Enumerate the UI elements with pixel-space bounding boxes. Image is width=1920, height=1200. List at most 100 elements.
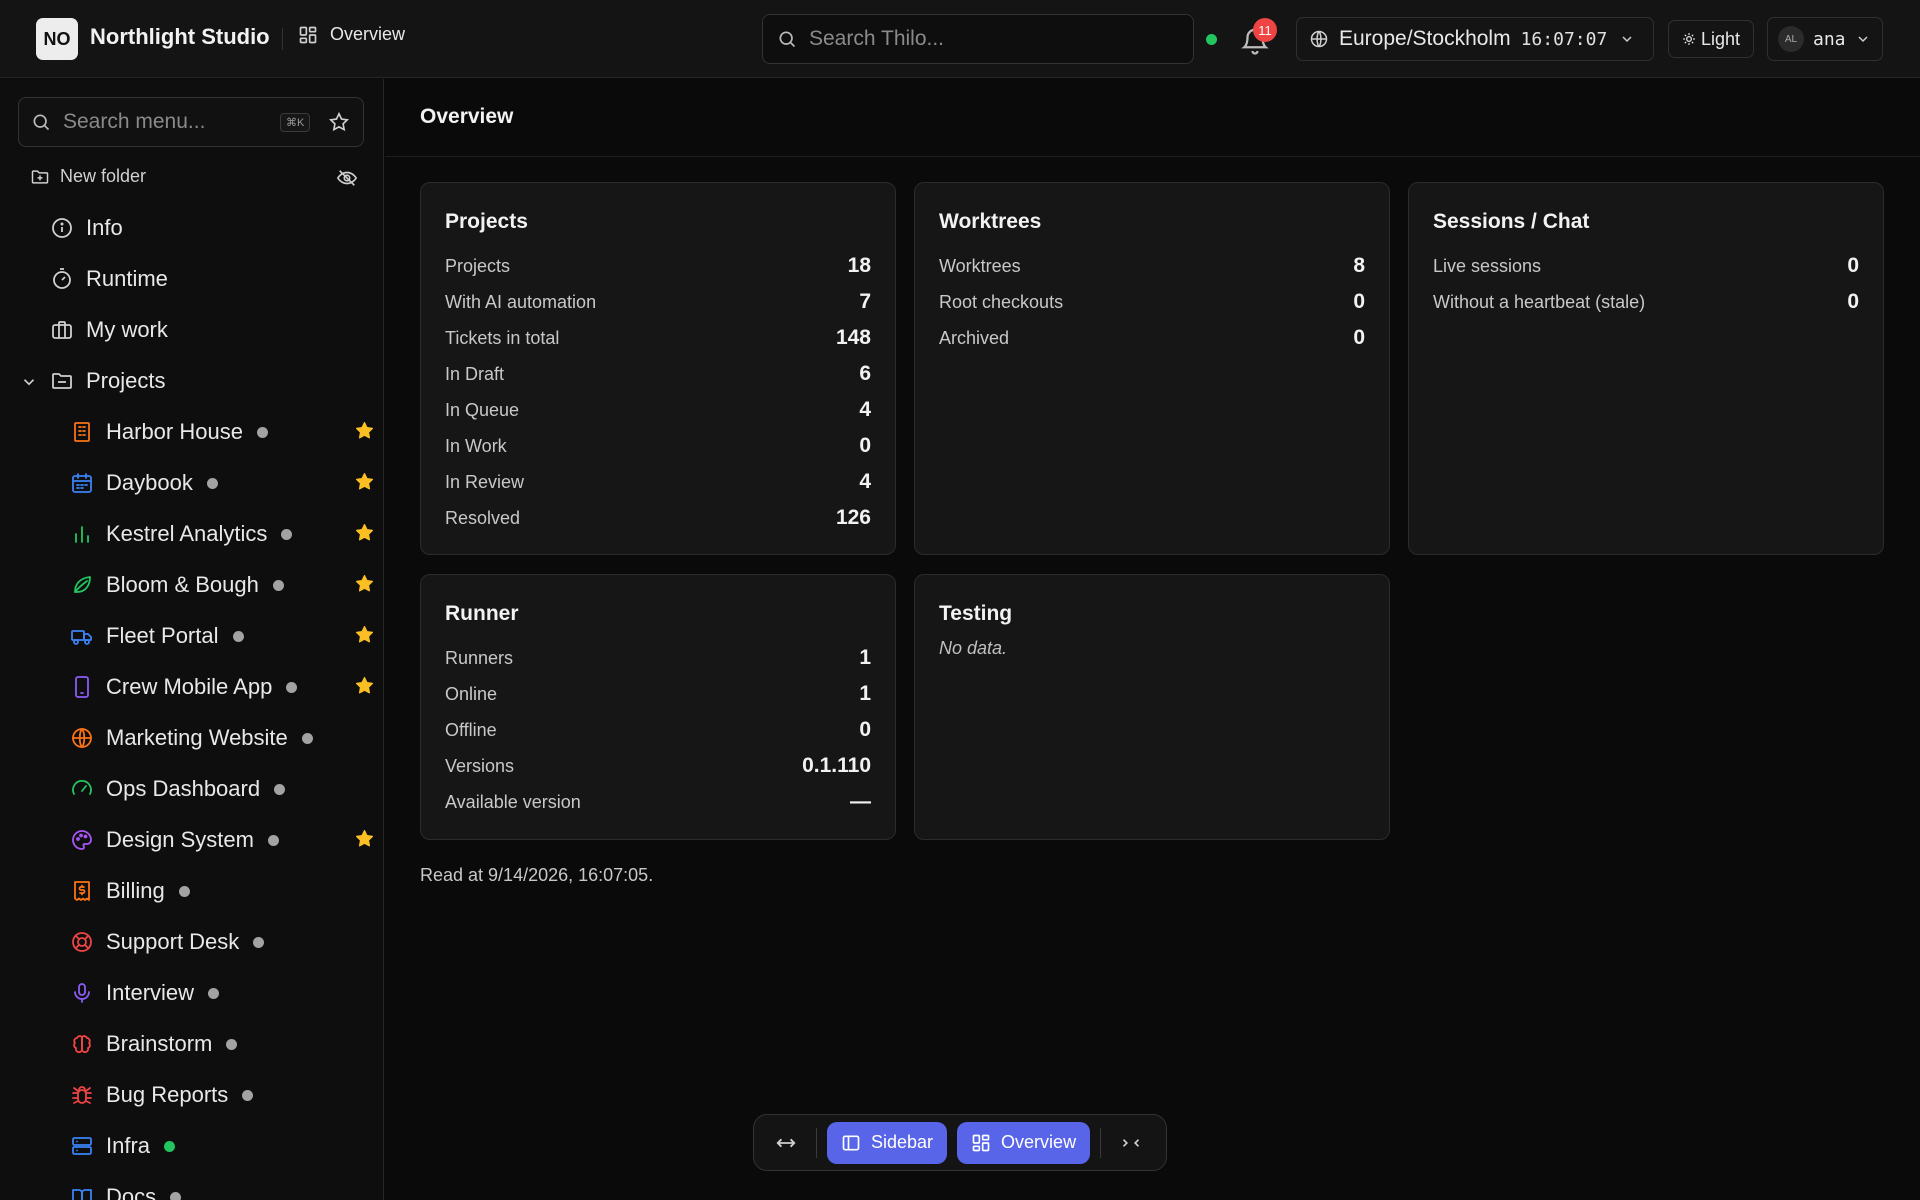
menu-search-input[interactable] — [63, 110, 268, 134]
global-search-input[interactable] — [809, 27, 1169, 51]
sidebar-project-crew-mobile-app[interactable]: Crew Mobile App — [70, 674, 298, 700]
stat-row: Runners 1 — [445, 640, 871, 676]
project-label: Kestrel Analytics — [106, 521, 268, 546]
truck-icon — [70, 624, 94, 648]
divider — [816, 1127, 817, 1158]
global-search[interactable] — [762, 14, 1194, 64]
project-status-dot — [208, 987, 220, 999]
card-title: Projects — [445, 210, 528, 233]
stat-label: In Queue — [445, 399, 520, 420]
star-icon[interactable] — [354, 828, 375, 849]
sidebar-item-info[interactable]: Info — [50, 215, 123, 241]
dock-overview-button[interactable]: Overview — [957, 1121, 1091, 1164]
sidebar-project-fleet-portal[interactable]: Fleet Portal — [70, 623, 244, 649]
page-title: Overview — [420, 105, 514, 128]
sun-icon — [1682, 32, 1696, 46]
project-label: Harbor House — [106, 419, 243, 444]
sidebar-project-brainstorm[interactable]: Brainstorm — [70, 1031, 238, 1057]
new-folder-label: New folder — [60, 166, 147, 186]
stat-value: 0 — [859, 434, 871, 457]
sidebar-project-daybook[interactable]: Daybook — [70, 470, 218, 496]
star-icon[interactable] — [354, 522, 375, 543]
sidebar-project-infra[interactable]: Infra — [70, 1133, 176, 1159]
sidebar-project-kestrel-analytics[interactable]: Kestrel Analytics — [70, 521, 293, 547]
project-status-dot — [242, 1089, 254, 1101]
stat-label: Runners — [445, 647, 514, 668]
collapse-width-icon[interactable] — [1111, 1122, 1151, 1164]
page-header: Overview — [385, 79, 1920, 157]
sidebar-project-design-system[interactable]: Design System — [70, 827, 279, 853]
breadcrumb[interactable]: Overview — [298, 24, 405, 45]
app-logo[interactable]: NO — [36, 18, 78, 60]
sidebar-project-bug-reports[interactable]: Bug Reports — [70, 1082, 254, 1108]
star-icon[interactable] — [354, 471, 375, 492]
sidebar-project-billing[interactable]: Billing — [70, 878, 190, 904]
stat-label: Without a heartbeat (stale) — [1433, 291, 1646, 312]
stat-value: 6 — [859, 362, 871, 385]
project-label: Ops Dashboard — [106, 776, 261, 801]
card-title: Sessions / Chat — [1433, 210, 1590, 233]
project-status-dot — [301, 732, 313, 744]
stat-value: 1 — [859, 682, 871, 705]
dock-overview-label: Overview — [1001, 1132, 1077, 1152]
timezone-selector[interactable]: Europe/Stockholm 16:07:07 — [1296, 17, 1654, 61]
theme-toggle-button[interactable]: Light — [1668, 20, 1754, 58]
sidebar-item-label: Projects — [86, 368, 166, 393]
stat-value: 18 — [847, 254, 871, 277]
sidebar-item-my-work[interactable]: My work — [50, 317, 168, 343]
star-icon[interactable] — [354, 573, 375, 594]
project-label: Bloom & Bough — [106, 572, 259, 597]
sidebar-project-interview[interactable]: Interview — [70, 980, 220, 1006]
new-folder-button[interactable]: New folder — [30, 166, 146, 187]
stat-label: Online — [445, 683, 498, 704]
project-label: Interview — [106, 980, 195, 1005]
sidebar-item-runtime[interactable]: Runtime — [50, 266, 168, 292]
notification-badge[interactable]: 11 — [1253, 18, 1277, 42]
stat-label: Worktrees — [939, 255, 1021, 276]
project-status-dot — [281, 528, 293, 540]
sidebar-project-marketing-website[interactable]: Marketing Website — [70, 725, 313, 751]
chevron-down-icon — [1619, 31, 1635, 47]
menu-search[interactable]: ⌘K — [18, 97, 364, 147]
chevron-down-icon[interactable] — [20, 373, 38, 391]
stat-value: 126 — [835, 506, 871, 529]
sidebar-project-bloom-bough[interactable]: Bloom & Bough — [70, 572, 284, 598]
stat-value: 0 — [1847, 254, 1859, 277]
stat-value: 0 — [1353, 326, 1365, 349]
folder-plus-icon — [30, 167, 50, 187]
project-status-dot — [206, 477, 218, 489]
star-icon[interactable] — [354, 420, 375, 441]
stat-row: Offline 0 — [445, 712, 871, 748]
sidebar: ⌘K New folder Info Runtime My work — [0, 79, 384, 1200]
calendar-icon — [70, 471, 94, 495]
project-label: Infra — [106, 1133, 151, 1158]
project-label: Daybook — [106, 470, 193, 495]
sidebar-item-label: Info — [86, 215, 123, 240]
stat-value: 4 — [859, 470, 871, 493]
project-label: Crew Mobile App — [106, 674, 273, 699]
eye-off-icon[interactable] — [336, 167, 358, 189]
user-menu-button[interactable]: AL ana — [1767, 17, 1883, 61]
sidebar-project-support-desk[interactable]: Support Desk — [70, 929, 265, 955]
star-icon[interactable] — [354, 624, 375, 645]
expand-width-icon[interactable] — [766, 1122, 806, 1164]
sidebar-panel-icon — [841, 1133, 861, 1153]
star-outline-icon[interactable] — [328, 111, 350, 133]
stat-row: In Review 4 — [445, 464, 871, 500]
stat-label: In Work — [445, 435, 507, 456]
sidebar-project-ops-dashboard[interactable]: Ops Dashboard — [70, 776, 286, 802]
star-icon[interactable] — [354, 675, 375, 696]
dock-sidebar-button[interactable]: Sidebar — [827, 1121, 948, 1164]
projects-card: Projects Projects 18 With AI automation 7 Ti… — [420, 182, 896, 555]
app-title[interactable]: Northlight Studio — [90, 24, 270, 50]
stat-label: Resolved — [445, 507, 521, 528]
sidebar-project-harbor-house[interactable]: Harbor House — [70, 419, 268, 445]
stat-row: In Work 0 — [445, 428, 871, 464]
sidebar-project-docs[interactable]: Docs — [70, 1184, 182, 1200]
project-label: Marketing Website — [106, 725, 288, 750]
stat-label: Archived — [939, 327, 1010, 348]
stat-row: Projects 18 — [445, 248, 871, 284]
stat-value: 148 — [835, 326, 871, 349]
search-icon — [31, 112, 51, 132]
sidebar-item-projects[interactable]: Projects — [50, 368, 165, 394]
